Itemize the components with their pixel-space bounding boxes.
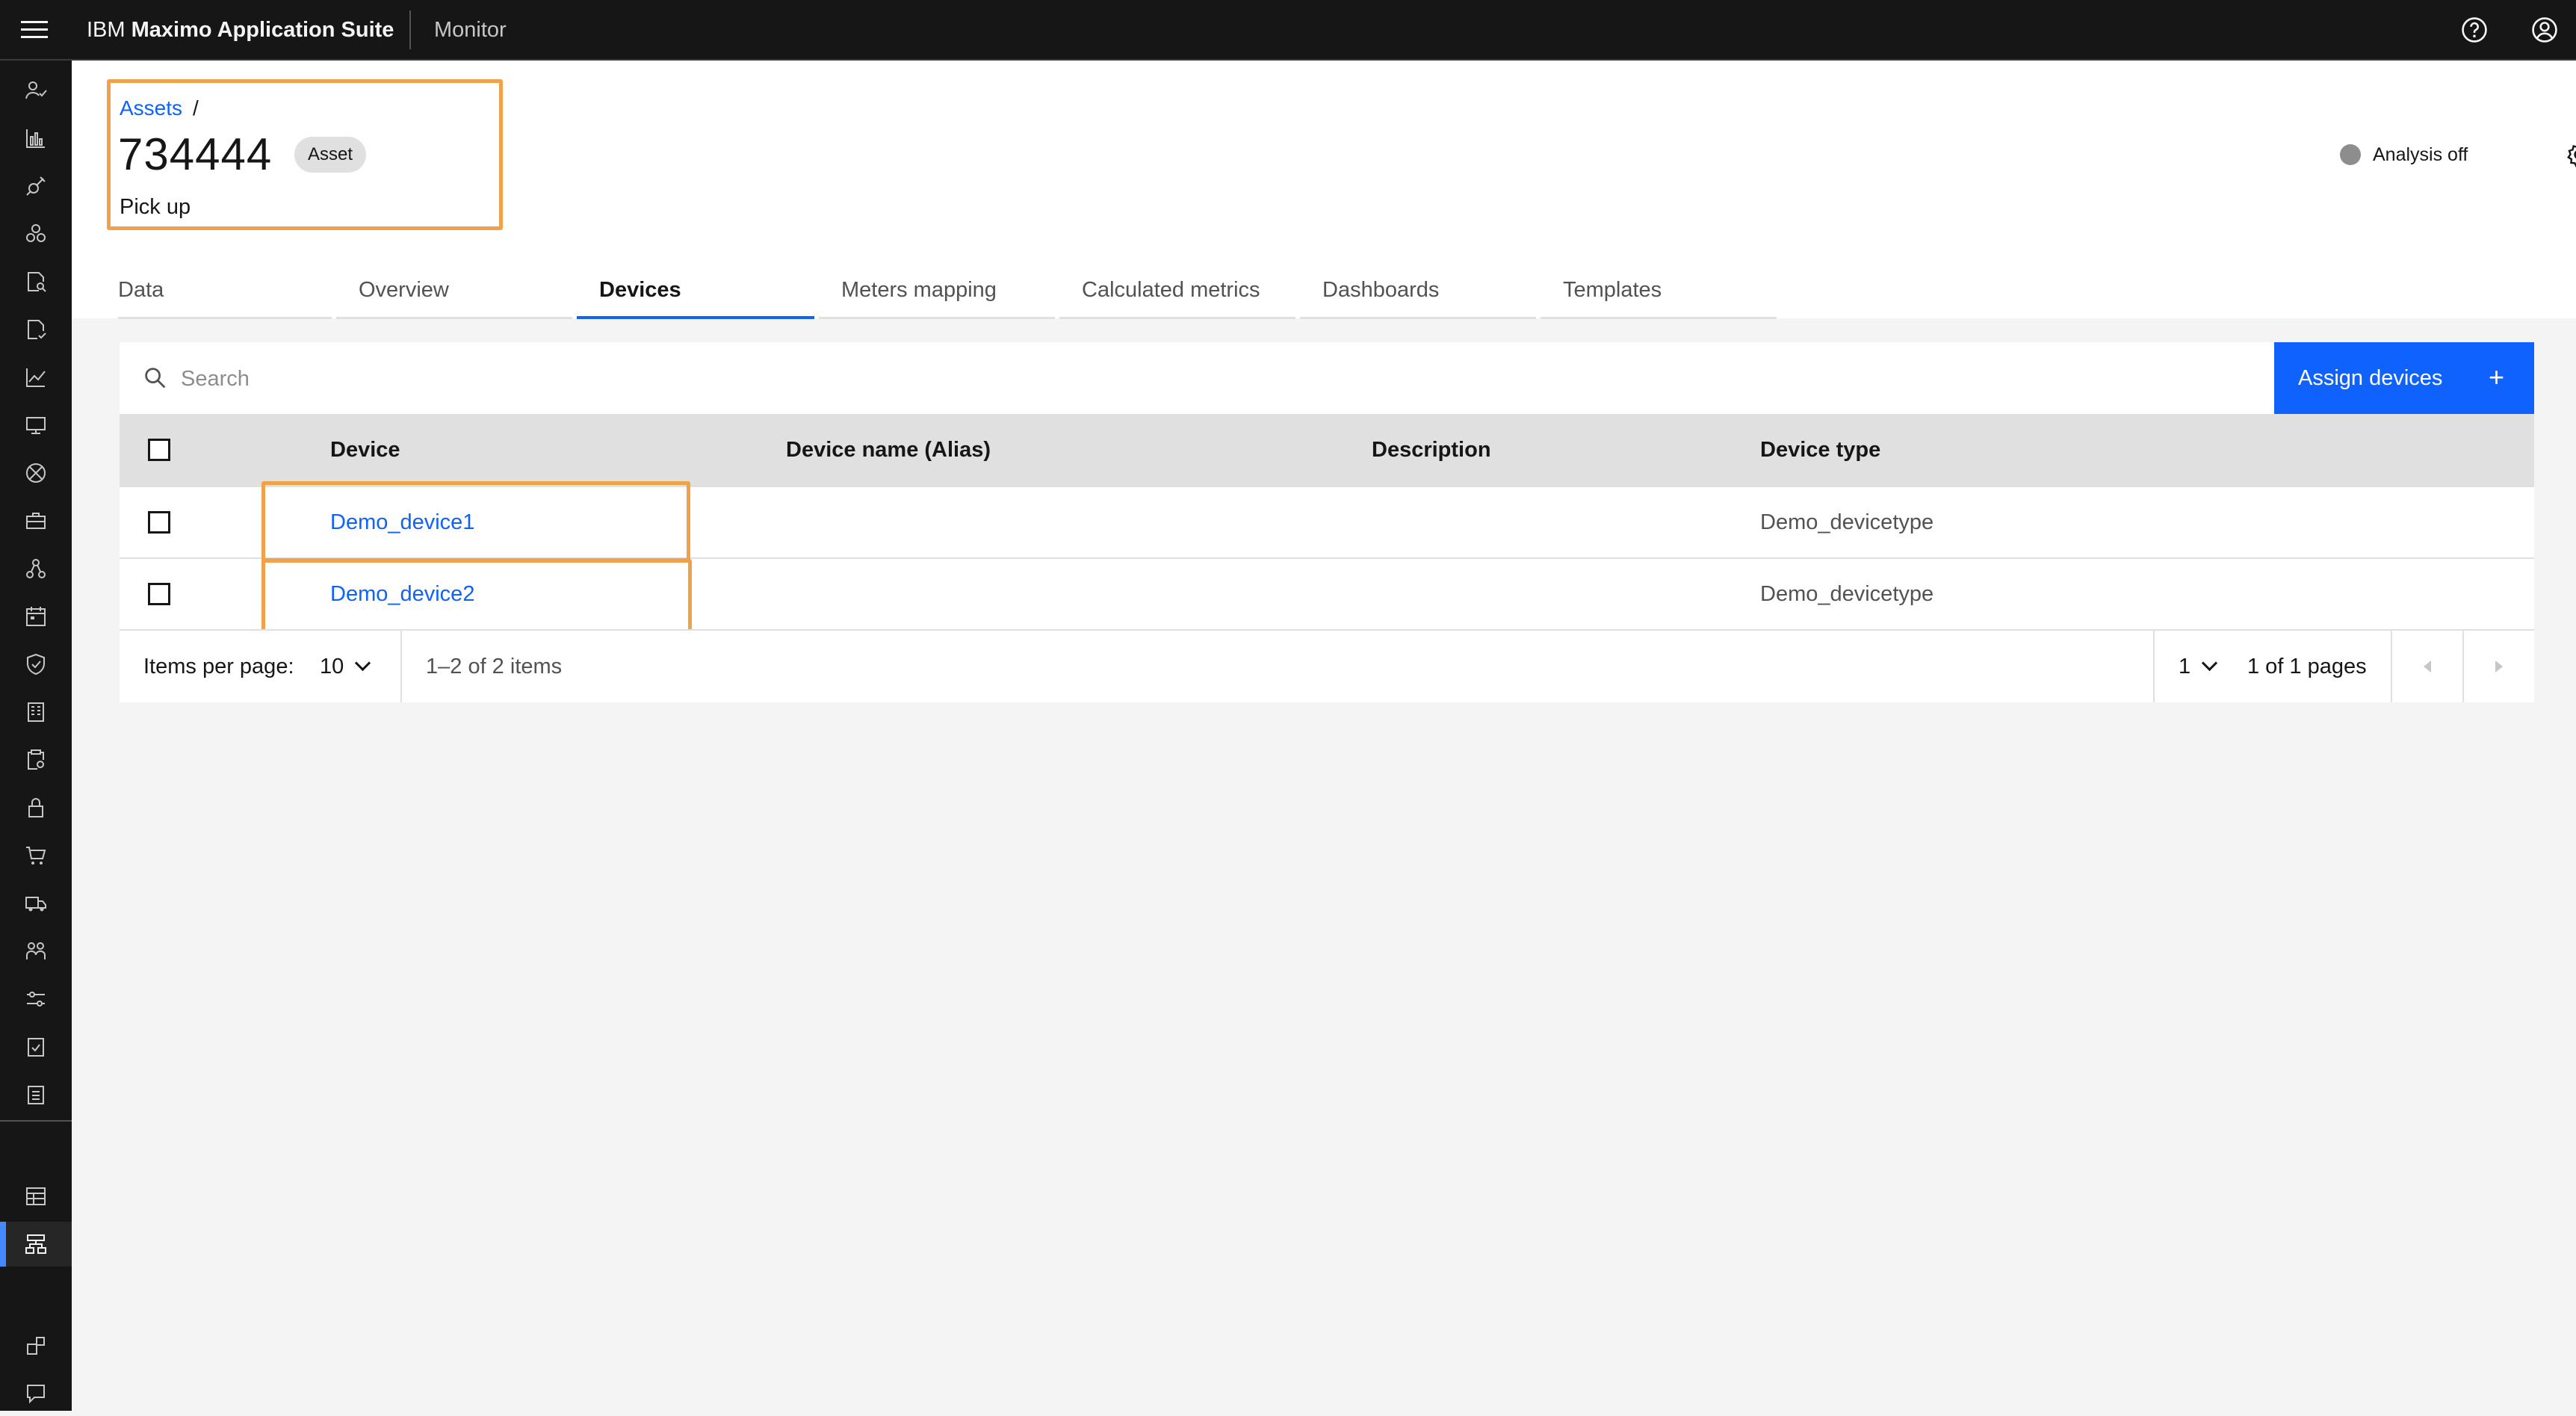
items-per-page-value: 10	[320, 655, 344, 678]
building-icon[interactable]	[0, 690, 72, 735]
tab-templates[interactable]: Templates	[1541, 267, 1777, 319]
device-link[interactable]: Demo_device2	[330, 559, 474, 629]
table-row: Demo_device2 Demo_devicetype	[120, 557, 2534, 629]
satellite-icon[interactable]	[0, 164, 72, 208]
calendar-icon[interactable]	[0, 594, 72, 639]
device-type: Demo_devicetype	[1760, 510, 1934, 534]
device-link[interactable]: Demo_device1	[330, 487, 474, 557]
user-check-icon[interactable]	[0, 68, 72, 113]
tab-calculated-metrics[interactable]: Calculated metrics	[1059, 267, 1295, 319]
previous-page-button[interactable]	[2392, 631, 2462, 702]
task-check-icon[interactable]	[0, 1024, 72, 1069]
apps-icon[interactable]	[0, 1323, 72, 1368]
menu-icon[interactable]	[21, 18, 51, 42]
asset-hierarchy-icon[interactable]	[0, 1222, 72, 1267]
breadcrumb-separator: /	[193, 96, 199, 120]
table-toolbar	[120, 342, 2534, 414]
search-icon	[145, 368, 166, 389]
asset-type-tag: Asset	[294, 137, 367, 173]
select-all-checkbox[interactable]	[148, 439, 170, 461]
column-header-device-type[interactable]: Device type	[1760, 414, 1880, 486]
analysis-status: Analysis off	[2340, 140, 2468, 170]
item-range-text: 1–2 of 2 items	[426, 655, 563, 678]
column-header-alias[interactable]: Device name (Alias)	[786, 414, 991, 486]
device-type: Demo_devicetype	[1760, 582, 1934, 606]
tab-data[interactable]: Data	[118, 267, 332, 319]
page-select[interactable]: 1	[2179, 631, 2218, 702]
assign-devices-label: Assign devices	[2298, 366, 2443, 390]
people-icon[interactable]	[0, 929, 72, 974]
breadcrumb-assets-link[interactable]: Assets	[120, 96, 182, 120]
top-header: IBM Maximo Application Suite Monitor	[0, 0, 2576, 61]
chat-icon[interactable]	[0, 1371, 72, 1416]
sliders-icon[interactable]	[0, 977, 72, 1021]
delivery-truck-icon[interactable]	[0, 881, 72, 926]
cluster-icon[interactable]	[0, 211, 72, 256]
brand-prefix: IBM	[87, 18, 126, 42]
row-checkbox[interactable]	[148, 511, 170, 534]
shopping-cart-icon[interactable]	[0, 833, 72, 878]
clipboard-search-icon[interactable]	[0, 738, 72, 782]
chevron-down-icon	[2202, 655, 2218, 672]
pagination-divider	[2153, 631, 2155, 702]
lock-icon[interactable]	[0, 785, 72, 830]
tree-view-icon[interactable]	[0, 546, 72, 591]
pagination-divider	[400, 631, 402, 702]
help-icon[interactable]	[2453, 9, 2495, 51]
search-input[interactable]	[179, 356, 2349, 402]
line-chart-icon[interactable]	[0, 355, 72, 400]
assign-devices-button[interactable]: Assign devices +	[2274, 342, 2534, 414]
status-dot-icon	[2340, 144, 2361, 165]
items-per-page-label: Items per page:	[143, 655, 294, 678]
monitor-icon[interactable]	[0, 403, 72, 448]
breadcrumb: Assets /	[120, 93, 199, 123]
next-page-button[interactable]	[2464, 631, 2534, 702]
rail-divider	[0, 1120, 72, 1122]
side-navigation	[0, 61, 72, 1411]
document-check-icon[interactable]	[0, 307, 72, 352]
column-header-device[interactable]: Device	[330, 414, 400, 486]
table-icon[interactable]	[0, 1174, 72, 1219]
chevron-down-icon	[355, 655, 371, 672]
tab-overview[interactable]: Overview	[336, 267, 572, 319]
network-icon[interactable]	[0, 451, 72, 495]
product-name[interactable]: IBM Maximo Application Suite	[87, 13, 394, 46]
tab-devices[interactable]: Devices	[577, 267, 814, 319]
tab-meters-mapping[interactable]: Meters mapping	[819, 267, 1055, 319]
caret-right-icon	[2495, 661, 2503, 673]
toolbox-icon[interactable]	[0, 498, 72, 543]
settings-gear-icon[interactable]	[2561, 137, 2576, 173]
shield-icon[interactable]	[0, 642, 72, 687]
add-icon: +	[2488, 362, 2504, 392]
analysis-status-label: Analysis off	[2373, 143, 2468, 165]
row-checkbox[interactable]	[148, 583, 170, 605]
column-header-description[interactable]: Description	[1372, 414, 1491, 486]
app-name: Monitor	[434, 18, 507, 42]
document-search-icon[interactable]	[0, 259, 72, 304]
pagination: Items per page: 10 1–2 of 2 items 1 1 of…	[120, 629, 2534, 702]
page-value: 1	[2179, 655, 2191, 678]
asset-description: Pick up	[120, 195, 191, 219]
header-divider	[409, 10, 411, 49]
caret-left-icon	[2424, 661, 2431, 673]
page-title: 734444	[118, 129, 273, 179]
items-per-page-select[interactable]: 10	[320, 631, 371, 702]
brand-name: Maximo Application Suite	[131, 18, 394, 42]
user-avatar-icon[interactable]	[2524, 9, 2566, 51]
pages-text: 1 of 1 pages	[2247, 655, 2367, 678]
table-header: Device Device name (Alias) Description D…	[120, 414, 2534, 486]
tab-dashboards[interactable]: Dashboards	[1300, 267, 1536, 319]
page-header: Assets / 734444 Asset Pick up Analysis of…	[72, 61, 2576, 319]
table-row: Demo_device1 Demo_devicetype	[120, 486, 2534, 557]
clipboard-icon[interactable]	[0, 1072, 72, 1117]
bar-chart-icon[interactable]	[0, 116, 72, 161]
